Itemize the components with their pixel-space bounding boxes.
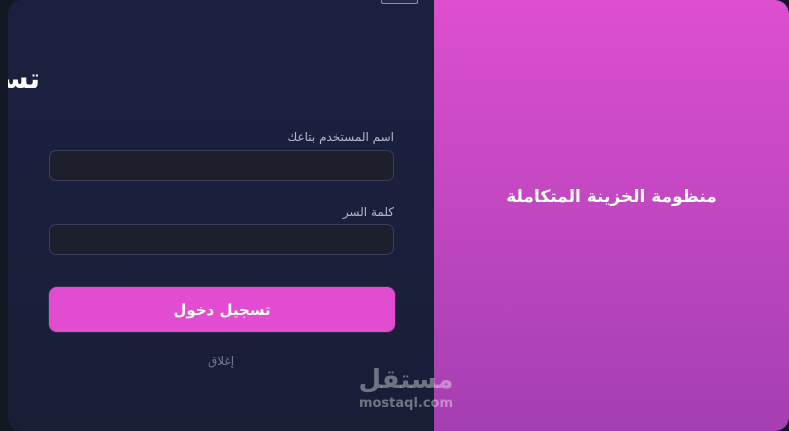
brand-panel: منظومة الخزينة المتكاملة (434, 0, 789, 431)
watermark-latin-text: mostaql.com (358, 396, 454, 411)
username-field[interactable] (49, 150, 394, 181)
login-window: تسجيل دخولك اسم المستخدم بتاعك كلمة السر… (8, 0, 789, 431)
password-label: كلمة السر (342, 205, 394, 219)
watermark-logo: مستقل mostaql.com (351, 366, 461, 426)
window-tab-handle (381, 0, 418, 4)
username-label: اسم المستخدم بتاعك (287, 130, 394, 144)
password-field[interactable] (49, 224, 394, 255)
brand-title: منظومة الخزينة المتكاملة (506, 187, 717, 207)
watermark-arabic-text: مستقل (358, 365, 454, 395)
login-button[interactable]: تسجيل دخول (49, 287, 395, 332)
login-title: تسجيل دخولك (8, 62, 40, 95)
